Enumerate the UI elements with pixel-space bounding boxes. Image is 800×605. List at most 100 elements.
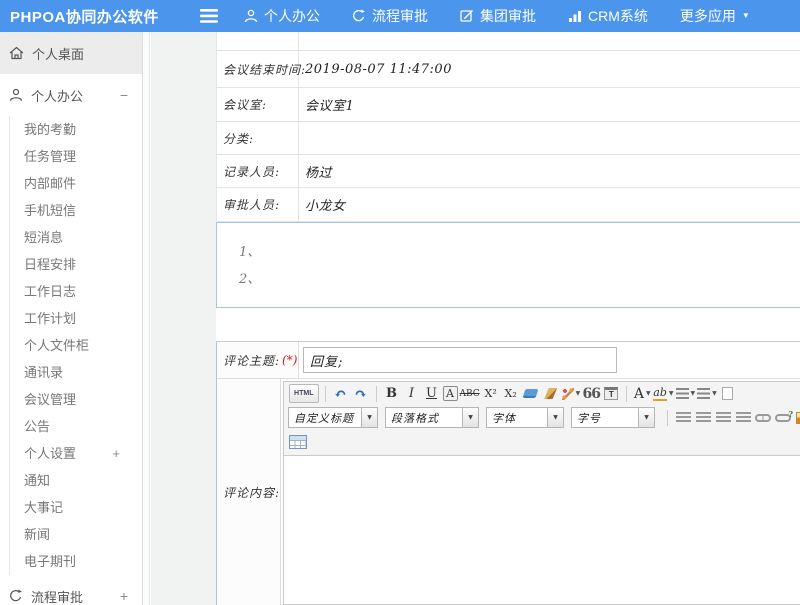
- chevron-down-icon: ▼: [669, 390, 674, 397]
- insert-table-button[interactable]: [289, 432, 307, 451]
- sidebar-item-label: 流程审批: [31, 587, 83, 605]
- dropdown-value: 字号: [572, 408, 638, 427]
- sidebar-item-contacts[interactable]: 通讯录: [10, 359, 142, 386]
- sidebar-item-work-log[interactable]: 工作日志: [10, 278, 142, 305]
- sidebar-item-label: 工作日志: [24, 284, 76, 299]
- field-label: 会议结束时间:: [223, 61, 306, 78]
- insert-image-button[interactable]: [794, 408, 800, 427]
- font-family-dropdown[interactable]: 字体 ▼: [486, 407, 564, 428]
- underline-button[interactable]: U: [423, 384, 441, 403]
- sidebar-item-process-approval[interactable]: 流程审批 +: [0, 575, 142, 605]
- bold-button[interactable]: B: [383, 384, 401, 403]
- superscript-button[interactable]: X²: [482, 384, 500, 403]
- sidebar-item-personal-settings[interactable]: 个人设置 +: [10, 440, 142, 467]
- new-document-button[interactable]: [719, 384, 737, 403]
- sidebar-item-memorabilia[interactable]: 大事记: [10, 494, 142, 521]
- sidebar-item-news[interactable]: 新闻: [10, 521, 142, 548]
- menu-icon[interactable]: [200, 9, 218, 23]
- sidebar-item-internal-mail[interactable]: 内部邮件: [10, 170, 142, 197]
- sidebar-item-meeting-management[interactable]: 会议管理: [10, 386, 142, 413]
- nav-crm[interactable]: CRM系统: [568, 6, 648, 26]
- remove-link-button[interactable]: [774, 408, 792, 427]
- sidebar-item-label: 大事记: [24, 500, 63, 515]
- insert-link-button[interactable]: [754, 408, 772, 427]
- sidebar-item-personal-office[interactable]: 个人办公 −: [0, 74, 142, 116]
- note-line: 1、: [239, 239, 800, 266]
- highlight-button[interactable]: ab▼: [653, 384, 673, 403]
- unordered-list-button[interactable]: ▼: [697, 384, 717, 403]
- sidebar-item-sms[interactable]: 手机短信: [10, 197, 142, 224]
- sidebar-item-work-plan[interactable]: 工作计划: [10, 305, 142, 332]
- align-justify-icon: [736, 412, 751, 423]
- align-center-icon: [696, 412, 711, 423]
- rich-text-editor: HTML ↶ ↷ B I U A ABC X² X₂: [283, 381, 800, 605]
- format-brush-button[interactable]: ▼: [562, 384, 581, 403]
- collapse-icon[interactable]: −: [120, 87, 128, 103]
- ordered-list-button[interactable]: ▼: [676, 384, 696, 403]
- nav-more-apps[interactable]: 更多应用 ▼: [680, 6, 750, 26]
- blockquote-button[interactable]: 66: [582, 384, 600, 403]
- sidebar-scrollbar[interactable]: [144, 32, 150, 605]
- user-icon: [9, 88, 23, 102]
- sidebar-item-task-management[interactable]: 任务管理: [10, 143, 142, 170]
- align-left-button[interactable]: [674, 408, 692, 427]
- nav-label: 集团审批: [480, 6, 536, 26]
- sidebar-item-my-attendance[interactable]: 我的考勤: [10, 116, 142, 143]
- subscript-button[interactable]: X₂: [502, 384, 520, 403]
- chevron-down-icon: ▼: [712, 390, 717, 397]
- remove-format-button[interactable]: [522, 384, 540, 403]
- app-window: PHPOA协同办公软件 个人办公 流程审批 集团审批: [0, 0, 800, 605]
- highlight-ab: ab: [653, 386, 667, 401]
- sidebar: 个人桌面 个人办公 − 我的考勤 任务管理 内部邮件 手机短信 短消息 日程安排…: [0, 32, 143, 605]
- editor-toolbar-row3: [284, 430, 800, 453]
- expand-icon[interactable]: +: [120, 588, 128, 604]
- document-icon: [722, 387, 733, 400]
- sidebar-item-label: 个人文件柜: [24, 338, 89, 353]
- font-size-dropdown[interactable]: 字号 ▼: [571, 407, 655, 428]
- sidebar-item-label: 通讯录: [24, 365, 63, 380]
- paste-text-button[interactable]: T: [602, 384, 620, 403]
- redo-icon[interactable]: ↷: [352, 384, 370, 403]
- expand-icon[interactable]: +: [112, 440, 120, 467]
- dropdown-value: 段落格式: [386, 408, 462, 427]
- sidebar-item-e-journal[interactable]: 电子期刊: [10, 548, 142, 575]
- sidebar-item-notice[interactable]: 通知: [10, 467, 142, 494]
- sidebar-item-announcement[interactable]: 公告: [10, 413, 142, 440]
- clipboard-icon: T: [604, 387, 618, 400]
- paragraph-format-dropdown[interactable]: 段落格式 ▼: [385, 407, 479, 428]
- html-source-button[interactable]: HTML: [289, 384, 318, 403]
- undo-icon[interactable]: ↶: [332, 384, 350, 403]
- custom-title-dropdown[interactable]: 自定义标题 ▼: [288, 407, 378, 428]
- align-right-button[interactable]: [714, 408, 732, 427]
- nav-personal-office[interactable]: 个人办公: [244, 6, 320, 26]
- comment-subject-input[interactable]: [303, 347, 617, 373]
- field-label: 会议室:: [223, 96, 267, 113]
- font-color-button[interactable]: A▼: [633, 384, 651, 403]
- sidebar-item-label: 个人设置: [24, 446, 76, 461]
- ordered-list-icon: [676, 388, 689, 399]
- sidebar-item-short-message[interactable]: 短消息: [10, 224, 142, 251]
- sidebar-item-schedule[interactable]: 日程安排: [10, 251, 142, 278]
- sidebar-item-label: 我的考勤: [24, 122, 76, 137]
- broom-icon: [544, 388, 557, 399]
- strikethrough-button[interactable]: ABC: [460, 384, 480, 403]
- comment-content-label: 评论内容:: [223, 484, 280, 501]
- nav-process-approval[interactable]: 流程审批: [352, 6, 428, 26]
- sidebar-item-personal-desktop[interactable]: 个人桌面: [0, 32, 142, 74]
- sidebar-item-label: 公告: [24, 419, 50, 434]
- sidebar-item-label: 短消息: [24, 230, 63, 245]
- align-center-button[interactable]: [694, 408, 712, 427]
- field-label: 审批人员:: [223, 196, 280, 213]
- border-text-button[interactable]: A: [443, 386, 458, 401]
- italic-button[interactable]: I: [403, 384, 421, 403]
- field-value: 会议室1: [305, 95, 354, 114]
- field-label: 记录人员:: [223, 163, 280, 180]
- comment-content-editor[interactable]: [284, 455, 800, 604]
- sidebar-item-personal-files[interactable]: 个人文件柜: [10, 332, 142, 359]
- nav-group-approval[interactable]: 集团审批: [460, 6, 536, 26]
- field-label: 分类:: [223, 130, 254, 147]
- sidebar-item-label: 新闻: [24, 527, 50, 542]
- clean-button[interactable]: [542, 384, 560, 403]
- editor-toolbar-row1: HTML ↶ ↷ B I U A ABC X² X₂: [284, 382, 800, 405]
- align-justify-button[interactable]: [734, 408, 752, 427]
